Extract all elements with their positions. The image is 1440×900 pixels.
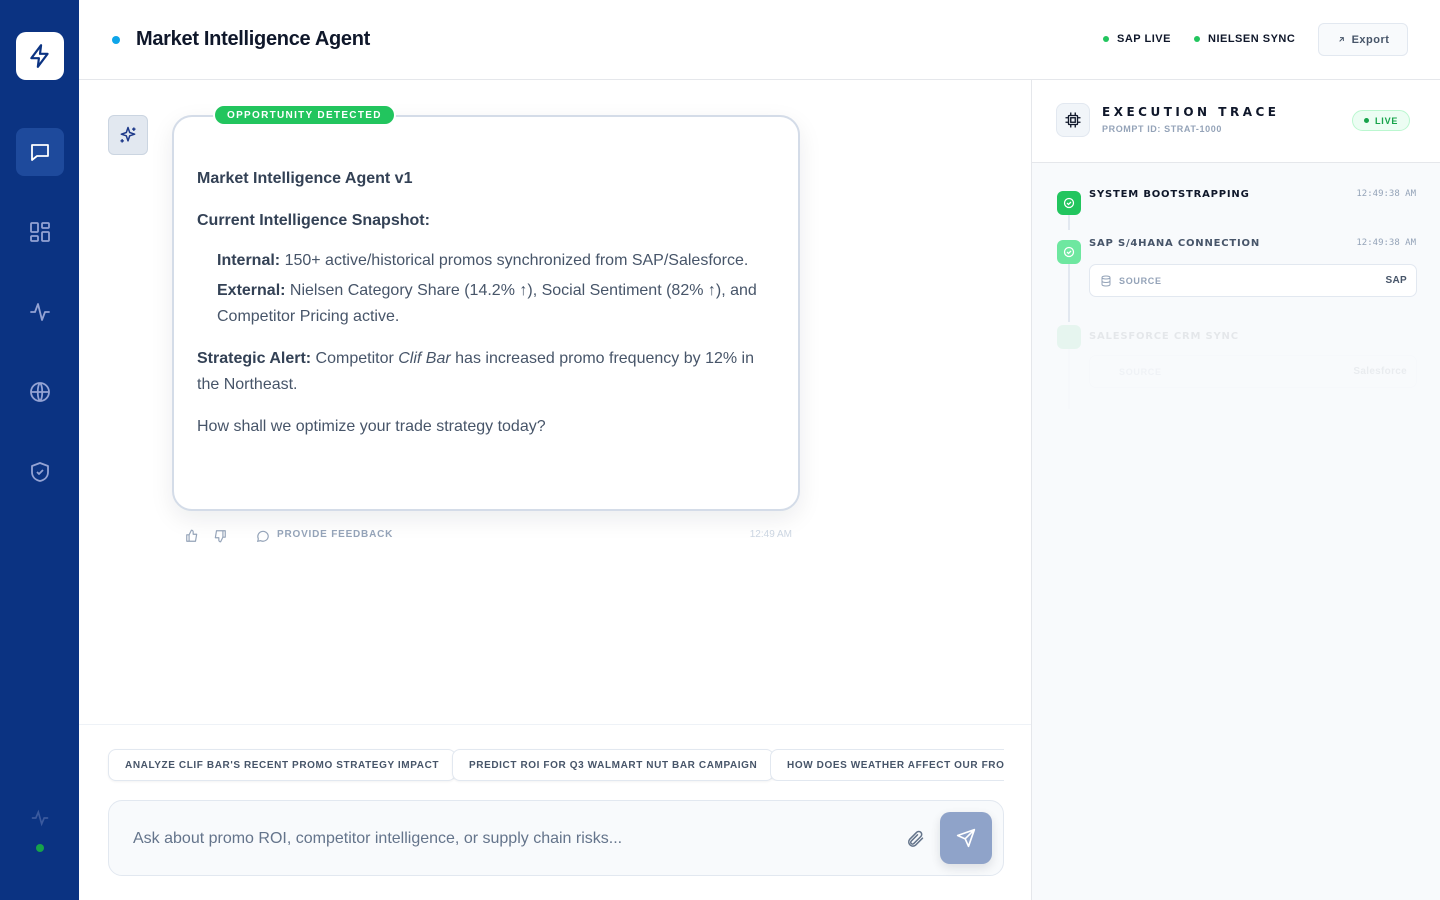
sparkles-icon	[120, 126, 136, 143]
suggestion-chip[interactable]: PREDICT ROI FOR Q3 WALMART NUT BAR CAMPA…	[452, 749, 775, 781]
arrow-up-right-icon	[1338, 37, 1344, 42]
list-item: Internal: 150+ active/historical promos …	[217, 252, 749, 269]
divider	[79, 724, 1031, 725]
message-feedback-row: PROVIDE FEEDBACK 12:49 AM	[185, 528, 792, 544]
cpu-icon	[1056, 103, 1090, 137]
status-label: NIELSEN SYNC	[1208, 33, 1296, 45]
paperclip-icon[interactable]	[905, 829, 925, 849]
trace-step-pending: SALESFORCE CRM SYNC SOURCE Salesforce	[1032, 325, 1440, 415]
source-card: SOURCE Salesforce	[1089, 355, 1417, 388]
source-card: SOURCE SAP	[1089, 264, 1417, 297]
suggestion-chip-clip: HOW DOES WEATHER AFFECT OUR FROZE	[770, 749, 1004, 781]
thumbs-down-icon[interactable]	[213, 529, 227, 543]
live-badge: LIVE	[1352, 110, 1411, 131]
connection-status-dot	[36, 844, 44, 852]
pulse-icon	[31, 809, 49, 827]
trace-step-time: 12:49:38 AM	[1356, 189, 1416, 199]
timeline-line	[1068, 264, 1070, 322]
trace-title: EXECUTION TRACE	[1102, 105, 1280, 119]
thumbs-up-icon[interactable]	[185, 529, 199, 543]
status-dot	[1103, 36, 1109, 42]
message-square-icon	[31, 144, 49, 161]
timeline-line	[1068, 349, 1070, 409]
trace-step-time: 12:49:38 AM	[1356, 238, 1416, 248]
status-dot	[1194, 36, 1200, 42]
export-label: Export	[1351, 33, 1390, 46]
opportunity-badge: OPPORTUNITY DETECTED	[213, 104, 396, 126]
export-button[interactable]: Export	[1318, 23, 1408, 56]
suggestion-chip[interactable]: ANALYZE CLIF BAR'S RECENT PROMO STRATEGY…	[108, 749, 457, 781]
timeline-line	[1068, 215, 1070, 230]
execution-trace-panel: EXECUTION TRACE PROMPT ID: STRAT-1000 LI…	[1031, 80, 1440, 900]
agent-status-dot	[112, 36, 120, 44]
database-icon	[1101, 275, 1111, 287]
shield-check-icon	[31, 462, 49, 482]
page-title: Market Intelligence Agent	[136, 28, 371, 50]
sidebar-item-market[interactable]	[16, 368, 64, 416]
suggestion-chip[interactable]: HOW DOES WEATHER AFFECT OUR FROZE	[770, 749, 1004, 781]
globe-icon	[30, 382, 50, 402]
strategic-alert: Strategic Alert: Competitor Clif Bar has…	[197, 350, 754, 393]
snapshot-heading: Current Intelligence Snapshot:	[197, 212, 430, 229]
logo-bolt-icon[interactable]	[16, 32, 64, 80]
send-icon	[956, 828, 976, 848]
send-button[interactable]	[940, 812, 992, 864]
message-question: How shall we optimize your trade strateg…	[197, 418, 546, 435]
activity-icon	[30, 303, 50, 321]
agent-message-body: Market Intelligence Agent v1 Current Int…	[197, 166, 777, 456]
top-header: Market Intelligence Agent SAP LIVE NIELS…	[79, 0, 1440, 80]
live-dot	[1364, 118, 1369, 123]
snapshot-list: Internal: 150+ active/historical promos …	[197, 248, 777, 330]
status-label: SAP LIVE	[1117, 33, 1171, 45]
check-circle-icon	[1057, 240, 1081, 264]
sidebar-item-dashboard[interactable]	[16, 208, 64, 256]
sidebar-item-chat[interactable]	[16, 128, 64, 176]
agent-avatar	[108, 115, 148, 155]
chat-input[interactable]	[133, 825, 893, 853]
message-time: 12:49 AM	[749, 529, 792, 540]
status-nielsen: NIELSEN SYNC	[1194, 33, 1295, 45]
sidebar-item-analytics[interactable]	[16, 288, 64, 336]
provide-feedback-link[interactable]: PROVIDE FEEDBACK	[277, 529, 393, 540]
check-circle-icon	[1057, 191, 1081, 215]
loader-icon	[1057, 325, 1081, 349]
status-sap: SAP LIVE	[1103, 33, 1171, 45]
message-circle-icon	[256, 530, 269, 543]
sidebar	[0, 0, 79, 900]
trace-header: EXECUTION TRACE PROMPT ID: STRAT-1000 LI…	[1032, 80, 1440, 163]
message-title: Market Intelligence Agent v1	[197, 170, 413, 187]
trace-step-title: SAP S/4HANA CONNECTION	[1089, 238, 1261, 249]
trace-step-title: SYSTEM BOOTSTRAPPING	[1089, 189, 1250, 200]
layout-grid-icon	[30, 222, 50, 242]
trace-step-title: SALESFORCE CRM SYNC	[1089, 331, 1239, 342]
prompt-id: PROMPT ID: STRAT-1000	[1102, 124, 1222, 134]
chat-input-box	[108, 800, 1004, 876]
list-item: External: Nielsen Category Share (14.2% …	[217, 282, 757, 325]
sidebar-item-security[interactable]	[16, 448, 64, 496]
